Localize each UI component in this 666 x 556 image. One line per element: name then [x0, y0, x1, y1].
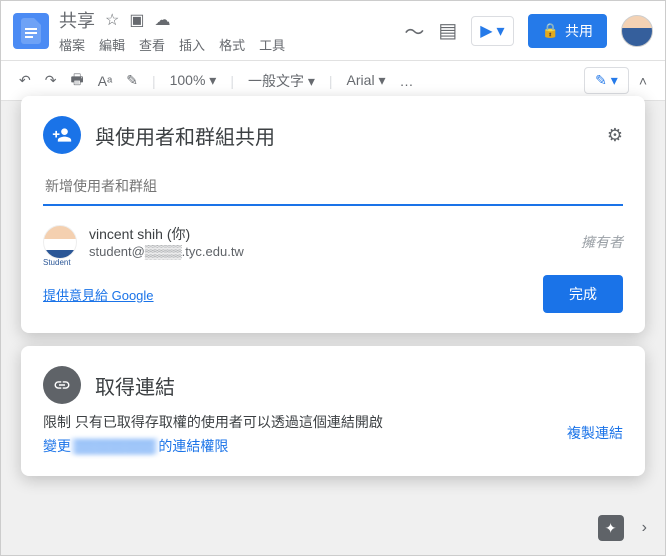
chevron-right-icon[interactable]: › [642, 519, 647, 537]
done-button[interactable]: 完成 [543, 275, 623, 313]
owner-row: Student vincent shih (你) student@▒▒▒▒.ty… [43, 224, 623, 259]
change-link-permissions[interactable]: 變更▒▒▒▒▒▒▒▒的連結權限 [43, 436, 383, 456]
share-dialog-title: 與使用者和群組共用 [95, 121, 593, 150]
role-label: 擁有者 [581, 232, 623, 252]
user-name: vincent shih (你) [89, 224, 244, 244]
link-restriction-text: 限制 只有已取得存取權的使用者可以透過這個連結開啟 [43, 412, 383, 432]
feedback-link[interactable]: 提供意見給 Google [43, 285, 154, 304]
user-email: student@▒▒▒▒.tyc.edu.tw [89, 244, 244, 259]
get-link-title: 取得連結 [95, 371, 623, 400]
share-dialog: 與使用者和群組共用 ⚙ Student vincent shih (你) stu… [21, 96, 645, 333]
copy-link-button[interactable]: 複製連結 [567, 423, 623, 443]
add-people-input[interactable] [45, 178, 621, 194]
gear-icon[interactable]: ⚙ [607, 125, 623, 146]
user-avatar [43, 225, 77, 259]
add-people-field[interactable] [43, 170, 623, 206]
person-add-icon [43, 116, 81, 154]
avatar-caption: Student [43, 258, 71, 267]
explore-icon[interactable]: ✦ [598, 515, 624, 541]
link-icon [43, 366, 81, 404]
get-link-dialog: 取得連結 限制 只有已取得存取權的使用者可以透過這個連結開啟 變更▒▒▒▒▒▒▒… [21, 346, 645, 476]
